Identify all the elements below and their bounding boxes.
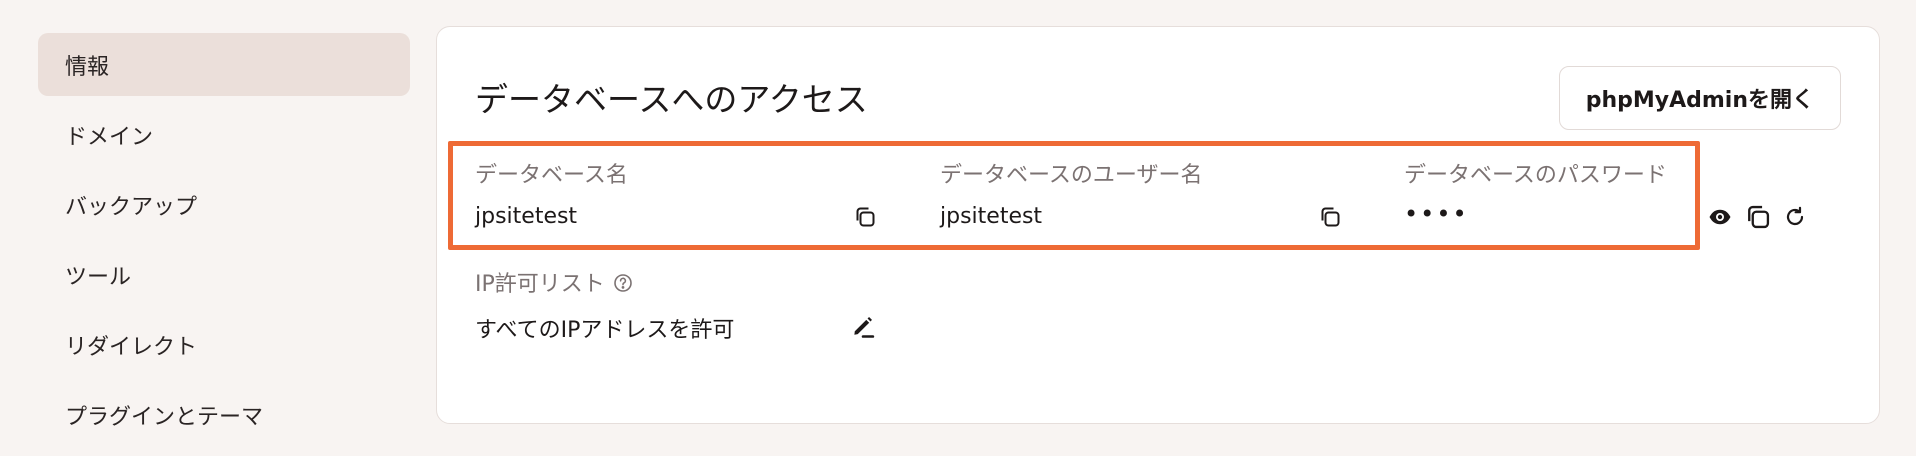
sidebar-item-label: プラグインとテーマ [65,404,264,430]
open-phpmyadmin-button[interactable]: phpMyAdminを開く [1558,66,1841,130]
ip-allowlist-label: IP許可リスト [475,266,633,298]
help-icon[interactable] [613,273,633,293]
sidebar-item-label: ツール [65,264,132,290]
copy-password-button[interactable] [1743,202,1773,232]
sidebar-item-label: バックアップ [65,194,198,220]
db-user-value: jpsitetest [940,204,1043,229]
copy-icon [1321,207,1340,227]
ip-allowlist-label-text: IP許可リスト [475,272,605,297]
copy-icon [856,207,875,227]
eye-icon [1709,209,1731,225]
db-user-label: データベースのユーザー名 [940,163,1203,188]
sidebar-item-redirects[interactable]: リダイレクト [38,313,410,376]
sidebar: 情報 ドメイン バックアップ ツール リダイレクト プラグインとテーマ [38,33,410,453]
sidebar-item-info[interactable]: 情報 [38,33,410,96]
db-name-label: データベース名 [475,163,628,188]
regenerate-password-button[interactable] [1781,203,1809,231]
sidebar-item-backups[interactable]: バックアップ [38,173,410,236]
edit-icon [854,317,875,338]
copy-icon [1748,205,1770,229]
ip-allowlist-value: すべてのIPアドレスを許可 [475,318,735,343]
copy-db-name-button[interactable] [852,204,878,230]
copy-db-user-button[interactable] [1317,204,1343,230]
sidebar-item-label: 情報 [65,54,110,80]
refresh-icon [1786,206,1804,226]
sidebar-item-label: ドメイン [65,124,154,150]
db-name-value: jpsitetest [475,204,578,229]
sidebar-item-domains[interactable]: ドメイン [38,103,410,166]
sidebar-item-plugins-themes[interactable]: プラグインとテーマ [38,383,410,446]
sidebar-item-label: リダイレクト [65,334,198,360]
edit-ip-allowlist-button[interactable] [848,311,878,341]
db-password-label: データベースのパスワード [1404,163,1667,188]
db-password-value: •••• [1404,200,1469,228]
card-title: データベースへのアクセス [475,80,868,119]
show-password-button[interactable] [1706,204,1734,230]
sidebar-item-tools[interactable]: ツール [38,243,410,306]
